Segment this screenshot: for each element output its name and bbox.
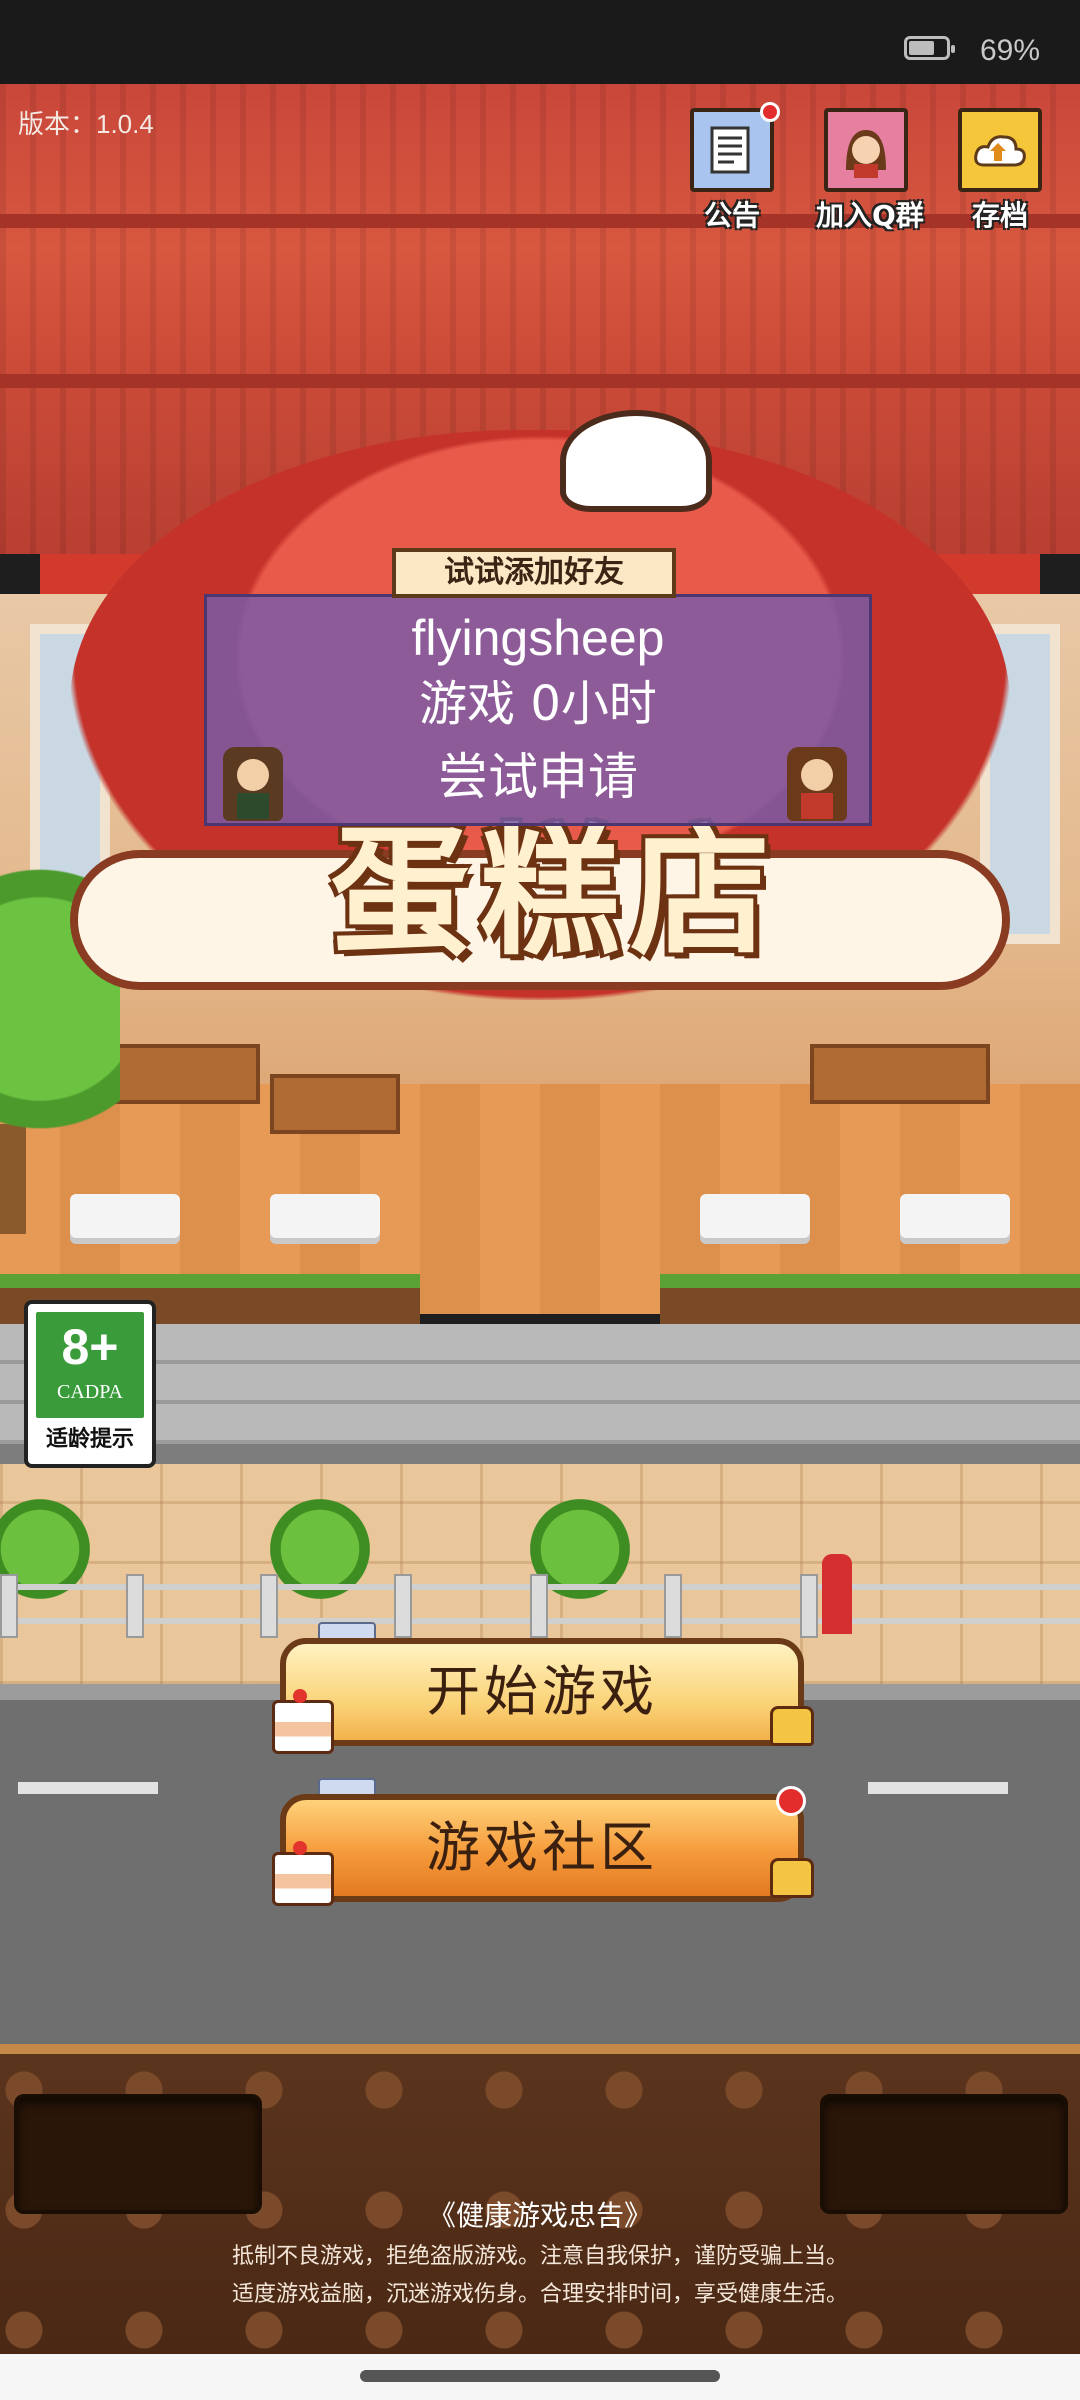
version-label: 版本：1.0.4 xyxy=(18,109,154,139)
rail-post xyxy=(664,1574,682,1638)
fire-hydrant xyxy=(822,1554,852,1634)
game-scene xyxy=(0,84,1080,2044)
cake-icon xyxy=(272,1841,334,1906)
friend-name: flyingsheep xyxy=(411,610,665,666)
chef-hat-icon xyxy=(560,410,712,512)
notification-dot xyxy=(776,1786,806,1816)
lane-marking xyxy=(18,1782,158,1794)
girl-avatar-icon xyxy=(824,108,908,192)
friend-playtime: 游戏 0小时 xyxy=(419,676,657,732)
rail-post xyxy=(394,1574,412,1638)
pudding-icon xyxy=(770,1706,814,1746)
rail-post xyxy=(126,1574,144,1638)
cake-shelf xyxy=(810,1044,990,1104)
cafe-table xyxy=(900,1194,1010,1238)
health-notice-line: 适度游戏益脑，沉迷游戏伤身。合理安排时间，享受健康生活。 xyxy=(231,2282,848,2307)
battery-icon xyxy=(904,36,955,60)
health-notice-panel: 《健康游戏忠告》 抵制不良游戏，拒绝盗版游戏。注意自我保护，谨防受骗上当。 适度… xyxy=(0,2044,1080,2354)
age-rating-org: CADPA xyxy=(57,1381,123,1403)
age-rating-badge[interactable]: 8+ CADPA 适龄提示 xyxy=(24,1300,156,1468)
age-rating-panel: 8+ CADPA xyxy=(36,1312,144,1418)
home-indicator[interactable] xyxy=(360,2370,720,2382)
announcement-label: 公告 xyxy=(703,199,760,232)
friend-suggestion-card[interactable]: flyingsheep 游戏 0小时 尝试申请 xyxy=(204,594,872,826)
save-archive-button[interactable]: 存档 xyxy=(950,108,1050,234)
status-bar: 69% xyxy=(0,0,1080,84)
cafe-table xyxy=(700,1194,810,1238)
battery-fill xyxy=(909,41,934,55)
join-qq-group-button[interactable]: 加入Q群 xyxy=(816,108,924,234)
navigation-bar xyxy=(0,2354,1080,2400)
start-game-button[interactable]: 开始游戏 xyxy=(280,1638,804,1746)
cake-icon xyxy=(272,1689,334,1754)
cafe-table xyxy=(270,1194,380,1238)
notification-dot xyxy=(760,102,780,122)
document-icon xyxy=(690,102,780,192)
add-friend-banner: 试试添加好友 xyxy=(392,548,676,598)
game-community-button[interactable]: 游戏社区 xyxy=(280,1794,804,1902)
battery-percent: 69% xyxy=(979,34,1040,67)
join-qq-group-label: 加入Q群 xyxy=(816,199,924,232)
lane-marking xyxy=(868,1782,1008,1794)
curb xyxy=(0,1444,1080,1464)
cafe-table xyxy=(70,1194,180,1238)
rail-post xyxy=(0,1574,18,1638)
rail-post xyxy=(800,1574,818,1638)
announcement-button[interactable]: 公告 xyxy=(682,102,782,234)
save-archive-label: 存档 xyxy=(971,199,1028,232)
rail-post xyxy=(260,1574,278,1638)
health-notice-title: 《健康游戏忠告》 xyxy=(427,2199,652,2232)
age-rating-tip: 适龄提示 xyxy=(45,1427,134,1452)
health-notice-line: 抵制不良游戏，拒绝盗版游戏。注意自我保护，谨防受骗上当。 xyxy=(231,2244,848,2269)
roof-stripe xyxy=(0,374,1080,388)
rail-post xyxy=(530,1574,548,1638)
flower-planter xyxy=(660,1274,1080,1324)
age-rating-number: 8+ xyxy=(61,1319,119,1375)
pudding-icon xyxy=(770,1858,814,1898)
cloud-save-icon xyxy=(958,108,1042,192)
girl-avatar-icon xyxy=(787,747,847,821)
display-case xyxy=(270,1074,400,1134)
friend-apply-button[interactable]: 尝试申请 xyxy=(207,739,869,815)
boy-avatar-icon xyxy=(223,747,283,821)
